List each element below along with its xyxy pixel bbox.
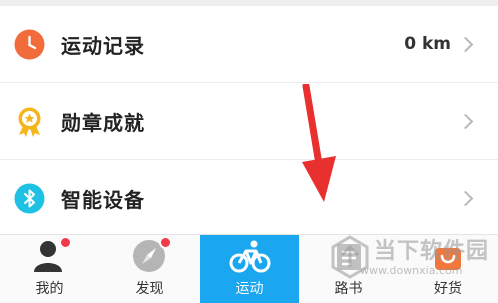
tab-label: 发现 [135, 281, 164, 297]
compass-icon [132, 236, 172, 274]
menu-item-medals[interactable]: 勋章成就 [0, 83, 498, 160]
chevron-right-icon [457, 190, 474, 207]
menu-item-label: 智能设备 [61, 188, 145, 212]
tab-profile[interactable]: 我的 [0, 235, 99, 303]
notification-badge [58, 236, 72, 249]
red-arrow-annotation [302, 84, 336, 202]
menu-item-label: 运动记录 [61, 33, 145, 58]
user-icon [32, 236, 72, 274]
watermark: 当下软件园 www.downxia.com [326, 233, 498, 287]
menu-item-activity-records[interactable]: 运动记录 0 km [0, 6, 498, 83]
tab-label: 运动 [235, 281, 264, 297]
chevron-right-icon [457, 36, 474, 52]
tab-discover[interactable]: 发现 [99, 235, 200, 303]
menu-item-smart-devices[interactable]: 智能设备 [0, 160, 498, 237]
watermark-url: www.downxia.com [360, 264, 463, 277]
tab-label: 我的 [35, 281, 64, 297]
menu-item-label: 勋章成就 [61, 110, 145, 135]
medal-icon [14, 106, 45, 137]
tab-sports[interactable]: 运动 [200, 235, 299, 303]
clock-icon [14, 29, 45, 60]
distance-value: 0 km [404, 34, 451, 54]
bluetooth-icon [14, 183, 45, 214]
profile-menu: 运动记录 0 km 勋章成就 智能设备 [0, 6, 498, 237]
watermark-title: 当下软件园 [374, 239, 490, 264]
notification-badge [158, 236, 172, 249]
chevron-right-icon [457, 113, 474, 129]
bicycle-icon [229, 238, 271, 274]
